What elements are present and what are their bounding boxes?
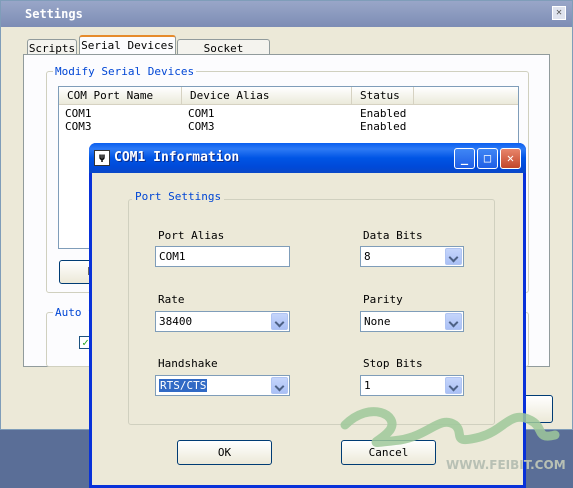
row-status: Enabled [360,107,407,120]
settings-title-bar[interactable]: Settings ✕ [1,1,572,27]
table-row[interactable]: COM1 COM1 Enabled [65,107,515,120]
rate-select[interactable]: 38400 [155,311,290,332]
stop-bits-value: 1 [364,379,371,392]
chevron-down-icon[interactable] [271,377,288,394]
maximize-icon[interactable]: □ [477,148,498,169]
chevron-down-icon[interactable] [445,377,462,394]
data-bits-value: 8 [364,250,371,263]
handshake-label: Handshake [158,357,218,370]
modify-serial-devices-label: Modify Serial Devices [53,65,197,78]
handshake-value: RTS/CTS [157,378,209,393]
settings-title: Settings [25,7,83,21]
chevron-down-icon[interactable] [271,313,288,330]
column-header-alias[interactable]: Device Alias [182,87,352,105]
row-port: COM3 [65,120,92,133]
list-header: COM Port Name Device Alias Status [59,87,518,105]
port-alias-label: Port Alias [158,229,225,242]
dialog-title: COM1 Information [114,150,240,165]
row-port: COM1 [65,107,92,120]
handshake-select[interactable]: RTS/CTS [155,375,290,396]
data-bits-label: Data Bits [363,229,423,242]
ok-button[interactable]: OK [177,440,272,465]
port-alias-input[interactable]: COM1 [155,246,290,267]
parity-label: Parity [363,293,403,306]
parity-value: None [364,315,391,328]
table-row[interactable]: COM3 COM3 Enabled [65,120,515,133]
row-alias: COM1 [188,107,215,120]
ti-app-icon: ψ [94,150,110,166]
row-status: Enabled [360,120,407,133]
port-settings-label: Port Settings [132,190,225,203]
column-header-port[interactable]: COM Port Name [59,87,182,105]
tab-serial-devices[interactable]: Serial Devices [79,35,176,56]
stop-bits-label: Stop Bits [363,357,423,370]
close-icon[interactable]: ✕ [500,148,521,169]
rate-label: Rate [158,293,185,306]
watermark-text: WWW.FEIBIT.COM [446,458,566,472]
parity-select[interactable]: None [360,311,464,332]
chevron-down-icon[interactable] [445,248,462,265]
minimize-icon[interactable]: _ [454,148,475,169]
rate-value: 38400 [159,315,193,328]
settings-close-icon[interactable]: ✕ [552,6,566,20]
chevron-down-icon[interactable] [445,313,462,330]
row-alias: COM3 [188,120,215,133]
column-header-status[interactable]: Status [352,87,414,105]
stop-bits-select[interactable]: 1 [360,375,464,396]
watermark-logo [340,407,560,448]
dialog-title-bar[interactable]: ψ COM1 Information _ □ ✕ [89,143,526,173]
data-bits-select[interactable]: 8 [360,246,464,267]
